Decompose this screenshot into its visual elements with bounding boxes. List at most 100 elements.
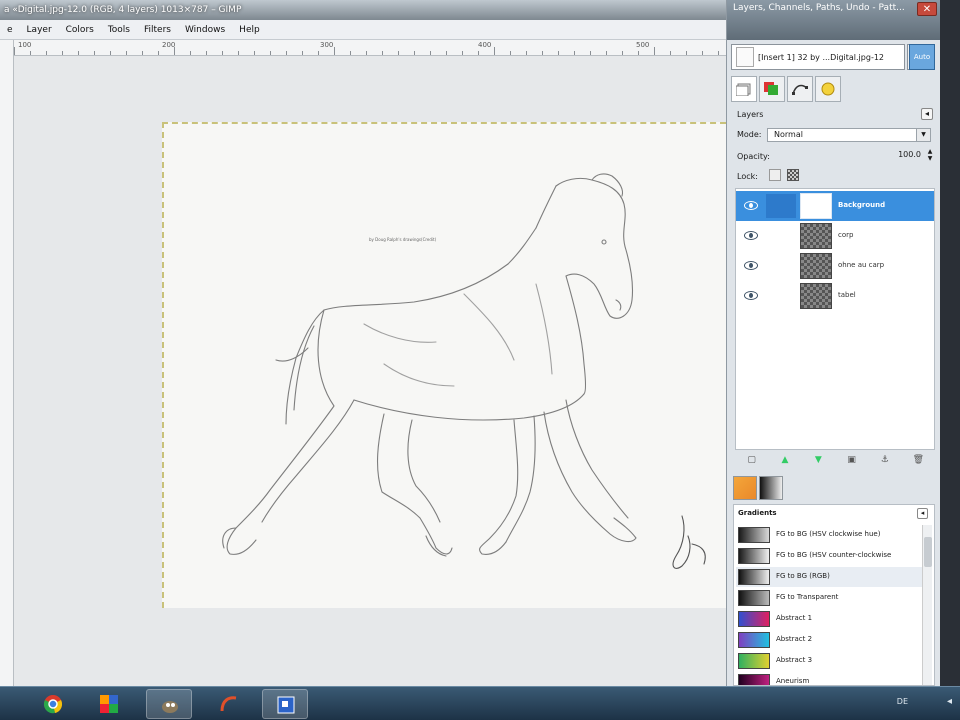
ruler-tick: [46, 51, 47, 55]
ruler-tick: [718, 51, 719, 55]
scrollbar[interactable]: [922, 525, 932, 685]
menu-tools[interactable]: Tools: [101, 20, 137, 40]
ruler-label: 500: [636, 41, 650, 49]
delete-layer-icon[interactable]: 🗑: [912, 454, 924, 466]
anchor-layer-icon[interactable]: ⚓: [879, 454, 891, 466]
taskbar-app-blue[interactable]: [262, 689, 308, 719]
ruler-tick: [430, 51, 431, 55]
gradient-item[interactable]: Abstract 3: [736, 651, 922, 671]
layer-thumbnail: [800, 223, 832, 249]
auto-button[interactable]: Auto: [909, 44, 935, 70]
tab-layers[interactable]: [731, 76, 757, 102]
ruler-tick: [622, 51, 623, 55]
tray-arrow-icon[interactable]: ◂: [947, 696, 952, 707]
ruler-label: 400: [478, 41, 492, 49]
duplicate-layer-icon[interactable]: ▣: [846, 454, 858, 466]
mode-value: Normal: [774, 130, 803, 139]
ruler-tick: [94, 51, 95, 55]
gradient-item[interactable]: FG to BG (RGB): [736, 567, 922, 587]
gradient-item[interactable]: FG to Transparent: [736, 588, 922, 608]
raise-layer-icon[interactable]: ▲: [779, 454, 791, 466]
channels-icon: [764, 82, 778, 95]
layer-thumbnail: [800, 283, 832, 309]
tray-language[interactable]: DE: [897, 697, 908, 706]
menu-layer[interactable]: Layer: [20, 20, 59, 40]
gradient-swatch: [738, 632, 770, 648]
eye-icon[interactable]: [744, 291, 758, 300]
opacity-spinner[interactable]: ▲ ▼: [925, 148, 935, 162]
layer-chain-area[interactable]: [766, 194, 796, 218]
eye-icon[interactable]: [744, 201, 758, 210]
gradient-name: Abstract 3: [776, 656, 813, 664]
dock-tab-strip: [731, 76, 937, 104]
menu-colors[interactable]: Colors: [59, 20, 101, 40]
menu-help[interactable]: Help: [232, 20, 267, 40]
gradient-swatch: [738, 527, 770, 543]
vertical-ruler[interactable]: [0, 40, 14, 686]
panel-menu-icon[interactable]: ◂: [917, 508, 928, 519]
ruler-tick: [654, 47, 655, 55]
gradient-item[interactable]: Aneurism: [736, 672, 922, 685]
layer-name: tabel: [838, 291, 856, 299]
eye-icon[interactable]: [744, 231, 758, 240]
lock-alpha-toggle[interactable]: [787, 169, 799, 181]
layer-row-corp[interactable]: corp: [736, 221, 934, 251]
taskbar-chrome[interactable]: [30, 689, 76, 719]
ruler-tick: [350, 51, 351, 55]
opacity-input[interactable]: 100.0: [898, 150, 921, 159]
mode-dropdown[interactable]: Normal ▼: [767, 128, 931, 142]
lock-pixels-toggle[interactable]: [769, 169, 781, 181]
ruler-tick: [382, 51, 383, 55]
menu-filters[interactable]: Filters: [137, 20, 178, 40]
ruler-tick: [366, 51, 367, 55]
tab-gradients[interactable]: [759, 476, 783, 500]
desktop-edge: [940, 0, 960, 686]
layer-name: ohne au carp: [838, 261, 885, 269]
gradient-item[interactable]: Abstract 1: [736, 609, 922, 629]
taskbar-palette-app[interactable]: [86, 689, 132, 719]
tab-fg-bg-colors[interactable]: [733, 476, 757, 500]
scrollbar-thumb[interactable]: [924, 537, 932, 567]
layers-panel: Layers ◂ Mode: Normal ▼ Opacity: 100.0 ▲…: [735, 106, 935, 476]
menu-edit[interactable]: e: [0, 20, 20, 40]
menu-windows[interactable]: Windows: [178, 20, 232, 40]
tab-channels[interactable]: [759, 76, 785, 102]
horizontal-ruler[interactable]: 100 200 300 400 500: [14, 40, 726, 56]
ruler-tick: [302, 51, 303, 55]
tab-paths[interactable]: [787, 76, 813, 102]
eye-icon[interactable]: [744, 261, 758, 270]
layer-row-ohne-au-carp[interactable]: ohne au carp: [736, 251, 934, 281]
lower-layer-icon[interactable]: ▼: [812, 454, 824, 466]
gradient-name: Abstract 1: [776, 614, 813, 622]
start-button[interactable]: [2, 689, 22, 719]
layer-thumbnail: [800, 253, 832, 279]
canvas-watermark-text: by Doug Ralph's drawings(Credit): [369, 237, 437, 242]
layer-name: Background: [838, 201, 886, 209]
taskbar-gimp[interactable]: [146, 689, 192, 719]
ruler-tick: [670, 51, 671, 55]
tab-undo[interactable]: [815, 76, 841, 102]
gradient-swatch: [738, 569, 770, 585]
gradient-item[interactable]: FG to BG (HSV counter-clockwise: [736, 546, 922, 566]
close-button[interactable]: ✕: [917, 2, 937, 16]
dock-title-bar: Layers, Channels, Paths, Undo - Patt... …: [727, 0, 941, 40]
ruler-tick: [462, 51, 463, 55]
canvas-area[interactable]: by Doug Ralph's drawings(Credit): [14, 56, 726, 686]
gradient-item[interactable]: FG to BG (HSV clockwise hue): [736, 525, 922, 545]
taskbar-app-curve[interactable]: [206, 689, 252, 719]
ruler-tick: [62, 51, 63, 55]
ruler-tick: [238, 51, 239, 55]
ruler-tick: [414, 51, 415, 55]
ruler-tick: [126, 51, 127, 55]
layer-row-tabel[interactable]: tabel: [736, 281, 934, 311]
gradient-item[interactable]: Abstract 2: [736, 630, 922, 650]
ruler-tick: [478, 51, 479, 55]
ruler-tick: [606, 51, 607, 55]
ruler-tick: [222, 51, 223, 55]
layers-dock-window: Layers, Channels, Paths, Undo - Patt... …: [726, 0, 941, 686]
panel-menu-icon[interactable]: ◂: [921, 108, 933, 120]
image-selector-dropdown[interactable]: [Insert 1] 32 by ...Digital.jpg-12: [731, 44, 905, 70]
new-layer-icon[interactable]: ▢: [746, 454, 758, 466]
image-canvas[interactable]: by Doug Ralph's drawings(Credit): [162, 122, 726, 608]
layer-row-background[interactable]: Background: [736, 191, 934, 221]
